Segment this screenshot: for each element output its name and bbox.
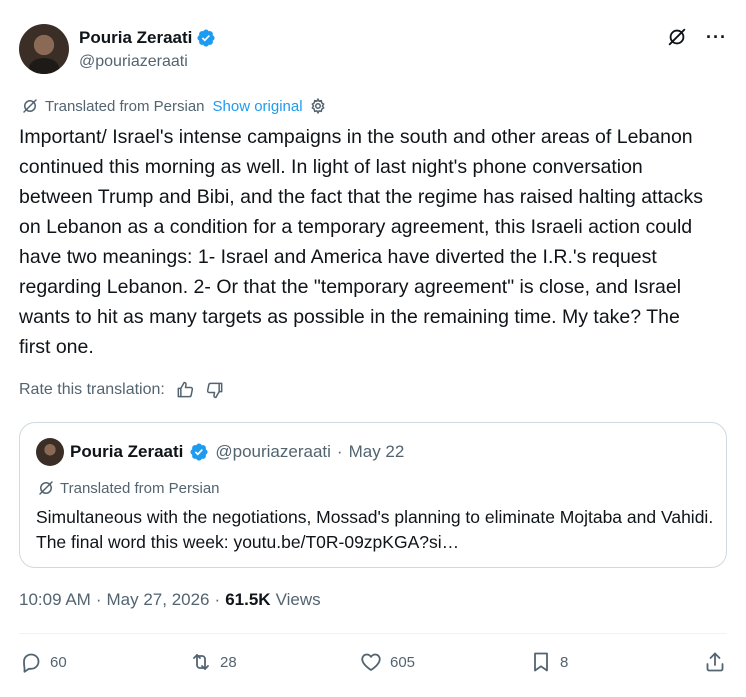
repost-count: 28 — [220, 653, 237, 671]
verified-badge-icon — [197, 29, 215, 47]
translation-notice: Translated from Persian Show original — [21, 97, 327, 115]
rate-translation: Rate this translation: — [19, 380, 225, 400]
separator-dot: · — [95, 590, 102, 609]
grok-icon[interactable] — [666, 26, 688, 48]
separator-dot: · — [214, 590, 221, 609]
tweet-time[interactable]: 10:09 AM — [19, 590, 91, 610]
rate-label: Rate this translation: — [19, 381, 165, 398]
quoted-date: May 22 — [348, 442, 405, 461]
quoted-author-name: Pouria Zeraati — [70, 442, 184, 461]
show-original-link[interactable]: Show original — [213, 98, 303, 115]
thumbs-down-icon[interactable] — [205, 380, 225, 400]
header-actions: ··· — [666, 26, 727, 48]
share-icon — [706, 652, 724, 672]
avatar[interactable] — [19, 24, 69, 74]
more-options-icon[interactable]: ··· — [706, 28, 727, 46]
translation-label: Translated from Persian — [45, 97, 205, 115]
share-button[interactable] — [703, 650, 727, 674]
author-name[interactable]: Pouria Zeraati — [79, 28, 192, 48]
heart-icon — [361, 653, 381, 671]
tweet-header: Pouria Zeraati @pouriazeraati ··· — [19, 22, 727, 74]
thumbs-up-icon[interactable] — [175, 380, 195, 400]
quoted-translation-notice: Translated from Persian — [37, 479, 220, 497]
divider — [19, 633, 727, 634]
bookmark-button[interactable]: 8 — [529, 650, 568, 674]
quoted-tweet-text: Simultaneous with the negotiations, Moss… — [36, 507, 714, 552]
quoted-author-handle: @pouriazeraati — [215, 442, 331, 461]
quoted-tweet-header: Pouria Zeraati @pouriazeraati · May 22 — [36, 438, 404, 466]
author-handle[interactable]: @pouriazeraati — [79, 53, 188, 71]
translate-icon — [39, 481, 53, 495]
author-name-row: Pouria Zeraati — [79, 28, 216, 48]
separator-dot: · — [336, 442, 343, 461]
tweet-text: Important/ Israel's intense campaigns in… — [19, 126, 709, 358]
action-bar: 60 28 605 8 — [19, 650, 727, 680]
reply-icon — [23, 653, 40, 673]
views-count: 61.5K — [225, 590, 271, 609]
quoted-avatar — [36, 438, 64, 466]
views-label: Views — [275, 590, 321, 609]
gear-icon[interactable] — [309, 97, 327, 115]
repost-icon — [193, 654, 209, 670]
tweet-date[interactable]: May 27, 2026 — [107, 590, 210, 610]
quoted-translation-label: Translated from Persian — [60, 479, 220, 497]
reply-count: 60 — [50, 653, 67, 671]
tweet-meta: 10:09 AM · May 27, 2026 · 61.5K Views — [19, 590, 321, 610]
like-count: 605 — [390, 653, 416, 671]
repost-button[interactable]: 28 — [189, 650, 237, 674]
translate-icon — [23, 99, 37, 113]
quoted-tweet[interactable]: Pouria Zeraati @pouriazeraati · May 22 T… — [19, 422, 727, 568]
reply-button[interactable]: 60 — [19, 650, 67, 674]
verified-badge-icon — [190, 443, 208, 461]
like-button[interactable]: 605 — [359, 650, 415, 674]
bookmark-icon — [534, 652, 548, 672]
bookmark-count: 8 — [560, 653, 569, 671]
